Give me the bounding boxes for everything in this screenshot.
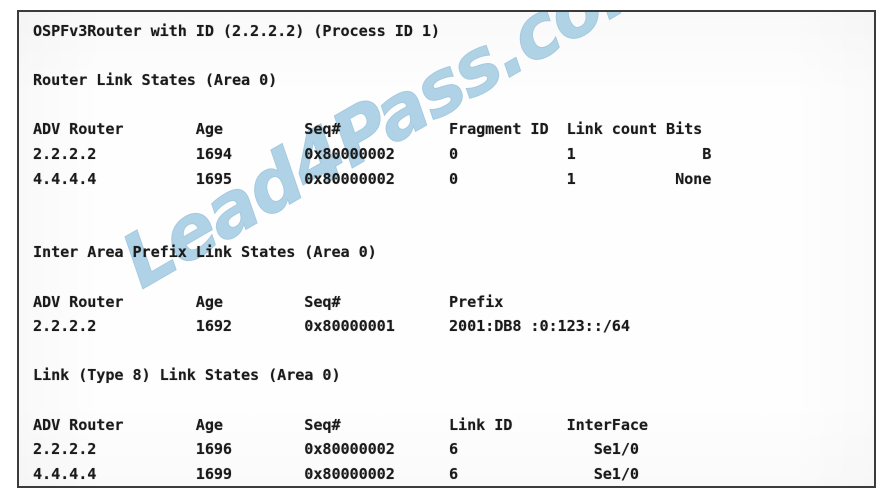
cli-output-frame: Lead4Pass.com OSPFv3Router with ID (2.2.… xyxy=(17,10,876,488)
table-header-router-link-states: ADV Router Age Seq# Fragment ID Link cou… xyxy=(33,120,703,139)
table-row: 4.4.4.4 1699 0x80000002 6 Se1/0 xyxy=(33,464,639,483)
output-line-blank xyxy=(33,339,868,364)
table-row: 2.2.2.2 1692 0x80000001 2001:DB8 :0:123:… xyxy=(33,317,630,336)
table-row: 4.4.4.4 1695 0x80000002 0 1 None xyxy=(33,169,712,188)
section-heading-inter-area-prefix-link-states: Inter Area Prefix Link States (Area 0) xyxy=(33,243,377,262)
output-line-blank xyxy=(33,191,868,216)
output-line-blank xyxy=(33,93,868,118)
cli-output-text: OSPFv3Router with ID (2.2.2.2) (Process … xyxy=(33,19,868,486)
table-header-inter-area-prefix: ADV Router Age Seq# Prefix xyxy=(33,292,504,311)
output-line-blank xyxy=(33,44,868,69)
output-line-blank xyxy=(33,388,868,413)
section-heading-link-type-8-link-states: Link (Type 8) Link States (Area 0) xyxy=(33,366,341,385)
screenshot-root: Lead4Pass.com OSPFv3Router with ID (2.2.… xyxy=(0,0,894,504)
output-line-blank xyxy=(33,216,868,241)
output-line-blank xyxy=(33,265,868,290)
output-line-title: OSPFv3Router with ID (2.2.2.2) (Process … xyxy=(33,22,440,40)
section-heading-router-link-states: Router Link States (Area 0) xyxy=(33,71,278,90)
table-row: 2.2.2.2 1694 0x80000002 0 1 B xyxy=(33,144,712,163)
table-row: 2.2.2.2 1696 0x80000002 6 Se1/0 xyxy=(33,440,639,459)
table-header-link-type-8: ADV Router Age Seq# Link ID InterFace xyxy=(33,415,648,434)
